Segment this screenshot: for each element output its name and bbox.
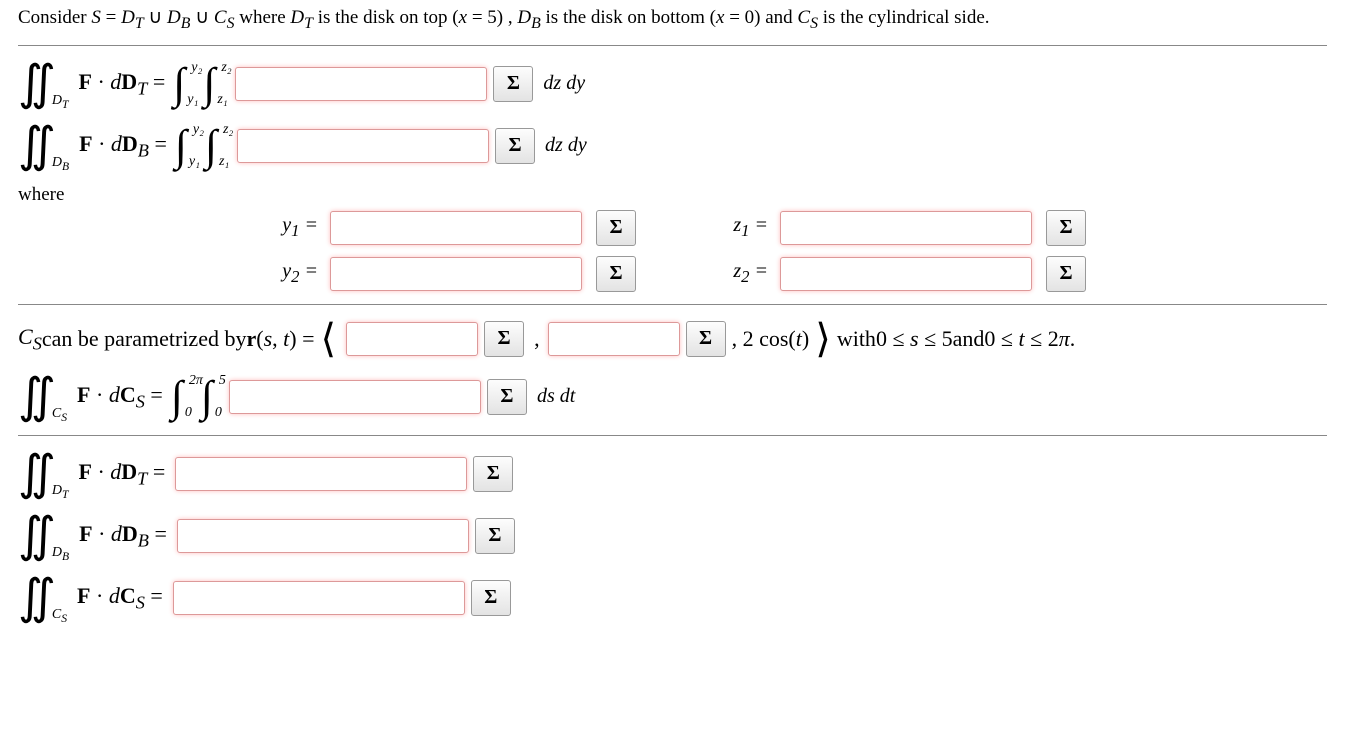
divider (18, 304, 1327, 305)
sigma-button[interactable]: Σ (686, 321, 726, 357)
sigma-button[interactable]: Σ (596, 210, 636, 246)
dt-integrand-input[interactable] (235, 67, 487, 101)
sigma-button[interactable]: Σ (493, 66, 533, 102)
integral-cs-row: ∬ CS F · dCS = ∫02π ∫05 Σ ds dt (18, 373, 1327, 421)
db-differential: dz dy (545, 134, 587, 157)
z2-input[interactable] (780, 257, 1032, 291)
integral-dt-row: ∬ DT F · dDT = ∫y₁y₂ ∫z₁z₂ Σ dz dy (18, 60, 1327, 108)
sigma-button[interactable]: Σ (484, 321, 524, 357)
double-integral-icon: ∬ (18, 574, 56, 622)
bounds-grid: y1 = Σ z1 = Σ y2 = Σ z2 = Σ (268, 210, 1327, 292)
result-dt-input[interactable] (175, 457, 467, 491)
divider (18, 435, 1327, 436)
double-integral-icon: ∬ (18, 60, 56, 108)
sigma-button[interactable]: Σ (475, 518, 515, 554)
where-label: where (18, 184, 1327, 206)
sigma-button[interactable]: Σ (1046, 210, 1086, 246)
sigma-button[interactable]: Σ (473, 456, 513, 492)
cs-integrand-input[interactable] (229, 380, 481, 414)
sigma-button[interactable]: Σ (1046, 256, 1086, 292)
integral-db-row: ∬ DB F · dDB = ∫y₁y₂ ∫z₁z₂ Σ dz dy (18, 122, 1327, 170)
param-y-input[interactable] (548, 322, 680, 356)
rangle-icon: ⟩ (815, 319, 831, 359)
double-integral-icon: ∬ (18, 512, 56, 560)
result-cs-row: ∬ CS F · dCS = Σ (18, 574, 1327, 622)
dt-differential: dz dy (543, 72, 585, 95)
y2-input[interactable] (330, 257, 582, 291)
y1-input[interactable] (330, 211, 582, 245)
sigma-button[interactable]: Σ (495, 128, 535, 164)
parametrization-row: CS can be parametrized by r(s, t) = ⟨ Σ … (18, 319, 1327, 359)
y1-label: y1 = (268, 214, 318, 241)
langle-icon: ⟨ (320, 319, 336, 359)
result-db-row: ∬ DB F · dDB = Σ (18, 512, 1327, 560)
sigma-button[interactable]: Σ (471, 580, 511, 616)
sigma-button[interactable]: Σ (596, 256, 636, 292)
double-integral-icon: ∬ (18, 373, 56, 421)
db-integrand-input[interactable] (237, 129, 489, 163)
sigma-button[interactable]: Σ (487, 379, 527, 415)
divider (18, 45, 1327, 46)
result-dt-row: ∬ DT F · dDT = Σ (18, 450, 1327, 498)
y2-label: y2 = (268, 260, 318, 287)
result-cs-input[interactable] (173, 581, 465, 615)
z1-label: z1 = (718, 214, 768, 241)
problem-statement: Consider S = DT ∪ DB ∪ CS where DT is th… (18, 6, 1327, 33)
double-integral-icon: ∬ (18, 122, 56, 170)
z2-label: z2 = (718, 260, 768, 287)
cs-differential: ds dt (537, 385, 575, 408)
result-db-input[interactable] (177, 519, 469, 553)
z1-input[interactable] (780, 211, 1032, 245)
double-integral-icon: ∬ (18, 450, 56, 498)
param-x-input[interactable] (346, 322, 478, 356)
